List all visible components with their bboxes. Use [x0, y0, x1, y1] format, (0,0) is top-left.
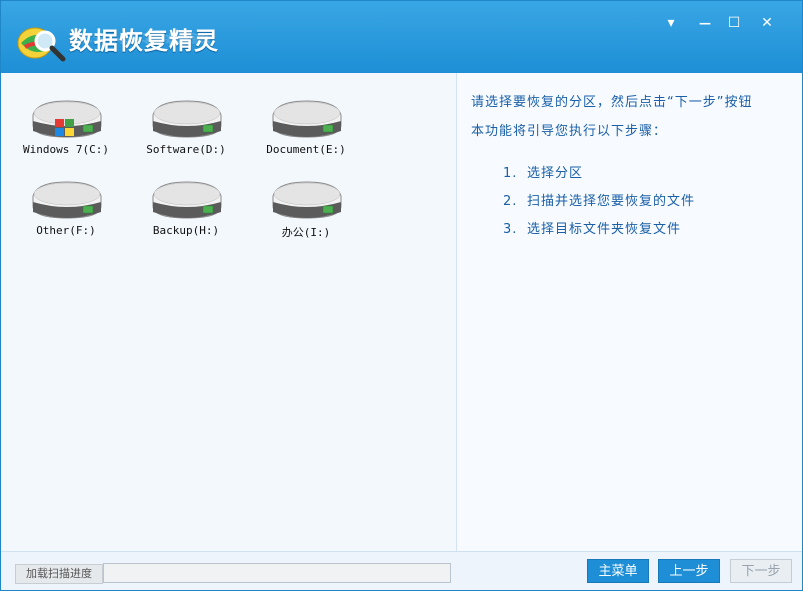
hard-drive-icon [152, 181, 222, 219]
step-text: 选择目标文件夹恢复文件 [527, 222, 682, 237]
app-title-reflection: 数据恢复精灵 [69, 31, 213, 45]
hard-drive-icon [152, 100, 222, 138]
drive-label: Document(E:) [266, 143, 346, 156]
step-1: 1. 选择分区 [503, 162, 583, 181]
step-3: 3. 选择目标文件夹恢复文件 [503, 218, 681, 237]
drive-item[interactable]: 办公(I:) [251, 176, 361, 246]
step-2: 2. 扫描并选择您要恢复的文件 [503, 190, 695, 209]
title-bar[interactable]: 数据恢复精灵 数据恢复精灵 ▾ — ☐ ✕ [1, 1, 802, 73]
next-step-button[interactable]: 下一步 [730, 559, 792, 583]
step-text: 选择分区 [527, 166, 584, 181]
drive-item[interactable]: Document(E:) [251, 95, 361, 165]
drive-item[interactable]: Other(F:) [11, 176, 121, 246]
instruction-panel: 请选择要恢复的分区，然后点击“下一步”按钮 本功能将引导您执行以下步骤： 1. 选… [457, 73, 802, 551]
drive-label: Windows 7(C:) [22, 143, 110, 156]
hard-drive-icon [32, 181, 102, 219]
step-text: 扫描并选择您要恢复的文件 [527, 194, 696, 209]
step-number: 1. [503, 166, 518, 181]
footer-bar: 加载扫描进度 主菜单 上一步 下一步 [1, 551, 802, 590]
main-window: 数据恢复精灵 数据恢复精灵 ▾ — ☐ ✕ Windows 7(C:) Softw… [0, 0, 803, 591]
hard-drive-icon [272, 181, 342, 219]
drive-item[interactable]: Software(D:) [131, 95, 241, 165]
scan-progress-bar [103, 563, 451, 583]
partition-list-panel: Windows 7(C:) Software(D:) Document(E:) Oth… [1, 73, 457, 551]
menu-dropdown-icon[interactable]: ▾ [660, 13, 682, 33]
scan-progress-label: 加载扫描进度 [15, 564, 103, 584]
instruction-line-2: 本功能将引导您执行以下步骤： [471, 124, 668, 139]
drive-item[interactable]: Windows 7(C:) [11, 95, 121, 165]
main-menu-button[interactable]: 主菜单 [587, 559, 649, 583]
close-icon[interactable]: ✕ [756, 13, 778, 33]
app-logo-icon [17, 27, 66, 62]
drive-label: Software(D:) [146, 143, 226, 156]
drive-item[interactable]: Backup(H:) [131, 176, 241, 246]
step-number: 2. [503, 194, 518, 209]
drive-label: Other(F:) [36, 224, 96, 237]
instruction-line-1: 请选择要恢复的分区，然后点击“下一步”按钮 [471, 95, 753, 110]
hard-drive-icon [272, 100, 342, 138]
content-area: Windows 7(C:) Software(D:) Document(E:) Oth… [1, 73, 802, 551]
prev-step-button[interactable]: 上一步 [658, 559, 720, 583]
hard-drive-icon [32, 100, 102, 138]
step-number: 3. [503, 222, 518, 237]
minimize-icon[interactable]: — [694, 13, 716, 33]
drive-label: 办公(I:) [281, 226, 331, 239]
drive-label: Backup(H:) [152, 224, 220, 237]
maximize-icon[interactable]: ☐ [723, 13, 745, 33]
